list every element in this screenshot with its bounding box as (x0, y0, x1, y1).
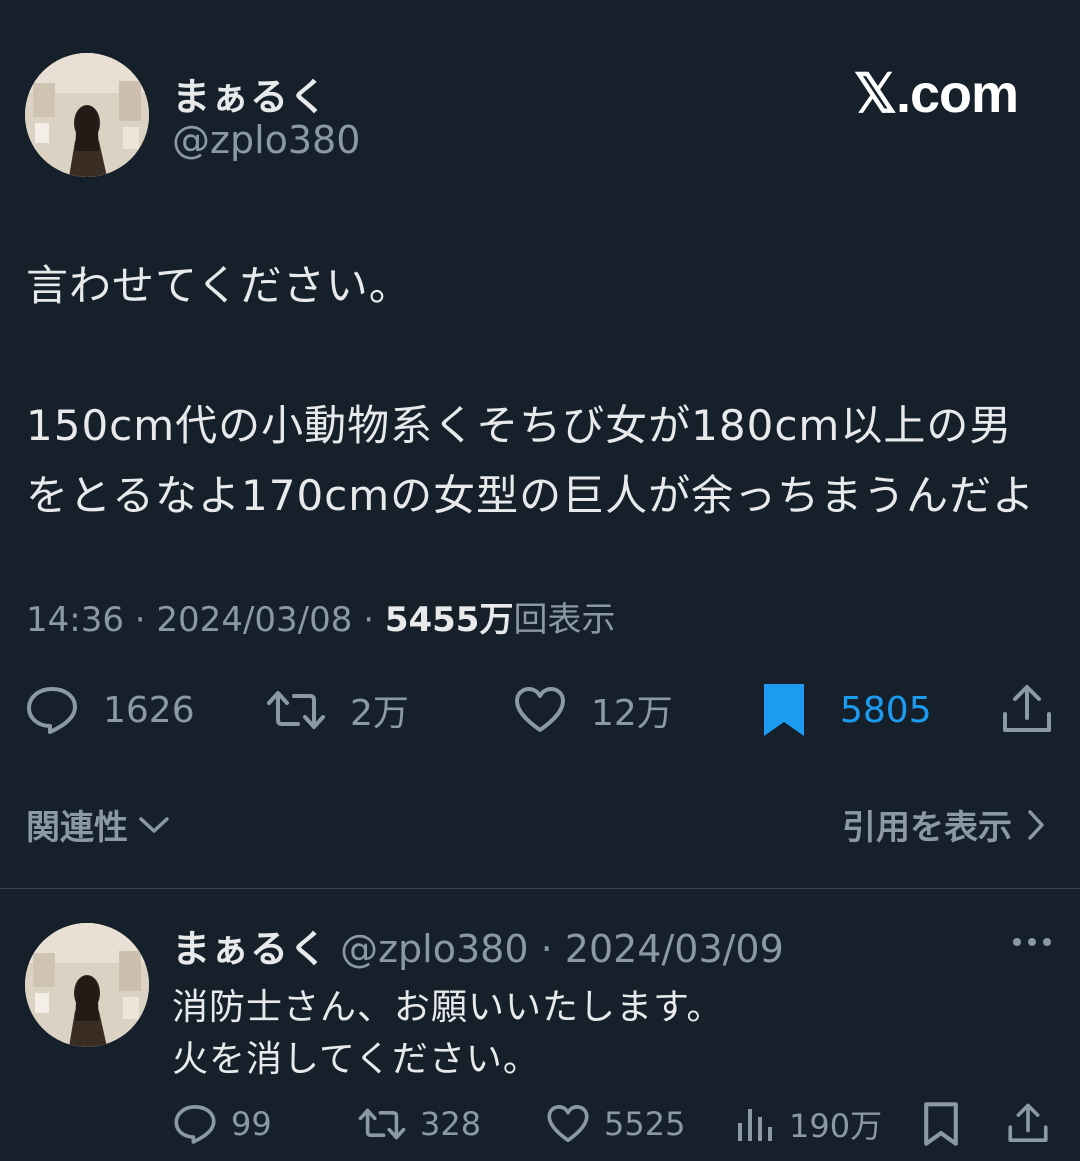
like-count: 12万 (591, 693, 673, 734)
reply-date[interactable]: 2024/03/09 (565, 927, 784, 971)
reply-like-button[interactable]: 5525 (546, 1100, 685, 1148)
tweet-page: まぁるく @zplo380 𝕏.com 言わせてください。 150cm代の小動物… (0, 0, 1080, 1161)
tweet-time[interactable]: 14:36 (26, 600, 124, 640)
share-button[interactable] (1000, 682, 1054, 738)
reply-text-line: 消防士さん、お願いいたします。 (172, 987, 724, 1028)
tweet-text-line: 150cm代の小動物系くそちび女が180cm以上の男 (26, 401, 1013, 450)
reply-icon (174, 1105, 216, 1144)
retweet-icon (267, 691, 325, 729)
reply-share-button[interactable] (1006, 1100, 1050, 1148)
divider (0, 888, 1080, 889)
tweet-date[interactable]: 2024/03/08 (156, 600, 352, 640)
views-icon (738, 1109, 772, 1141)
bookmark-button[interactable]: 5805 (762, 682, 932, 738)
reply-views-count: 190万 (789, 1107, 883, 1145)
heart-icon (515, 687, 565, 732)
more-icon[interactable] (1012, 936, 1052, 948)
reply-views-button[interactable]: 190万 (735, 1100, 882, 1148)
views-label: 回表示 (513, 600, 616, 640)
chevron-down-icon (139, 816, 169, 833)
reply-like-count: 5525 (604, 1105, 686, 1143)
bookmark-icon (924, 1102, 958, 1146)
tweet-text-line: をとるなよ170cmの女型の巨人が余っちまうんだよ (26, 471, 1036, 520)
bookmark-icon (764, 684, 804, 736)
reply-reply-button[interactable]: 99 (173, 1100, 272, 1148)
retweet-count: 2万 (350, 693, 409, 734)
tweet-text-line: 言わせてください。 (26, 261, 412, 310)
reply-retweet-button[interactable]: 328 (358, 1100, 481, 1148)
quotes-label: 引用を表示 (842, 808, 1012, 848)
reply-button[interactable]: 1626 (25, 682, 195, 738)
retweet-icon (358, 1108, 406, 1140)
sort-relevance-button[interactable]: 関連性 (26, 800, 170, 849)
reply-header: まぁるく @zplo380 · 2024/03/09 (172, 918, 784, 973)
chevron-right-icon (1028, 809, 1044, 840)
tweet-meta: 14:36 · 2024/03/08 · 5455万回表示 (26, 592, 615, 641)
reply-display-name[interactable]: まぁるく (172, 927, 328, 971)
author-display-name[interactable]: まぁるく (172, 66, 328, 121)
x-watermark: 𝕏.com (853, 64, 1019, 124)
meta-separator: · (134, 600, 157, 640)
views-count: 5455万 (384, 600, 514, 640)
reply-reply-count: 99 (231, 1105, 272, 1143)
share-icon (1008, 1103, 1048, 1142)
heart-icon (547, 1105, 589, 1143)
reply-bookmark-button[interactable] (922, 1100, 960, 1148)
reply-handle[interactable]: @zplo380 (340, 927, 528, 971)
bookmark-count: 5805 (840, 689, 932, 731)
like-button[interactable]: 12万 (513, 682, 673, 738)
reply-avatar[interactable] (25, 923, 149, 1047)
share-icon (1003, 685, 1051, 732)
reply-text-line: 火を消してください。 (172, 1039, 540, 1080)
view-quotes-link[interactable]: 引用を表示 (842, 800, 1046, 849)
sort-label: 関連性 (26, 808, 128, 848)
reply-count: 1626 (103, 689, 195, 731)
author-handle[interactable]: @zplo380 (172, 118, 360, 162)
reply-icon (27, 687, 77, 734)
avatar-image (25, 53, 149, 177)
retweet-button[interactable]: 2万 (266, 682, 409, 738)
avatar[interactable] (25, 53, 149, 177)
avatar-image (25, 923, 149, 1047)
meta-separator: · (363, 600, 385, 640)
meta-separator: · (528, 927, 565, 971)
reply-retweet-count: 328 (420, 1105, 482, 1143)
